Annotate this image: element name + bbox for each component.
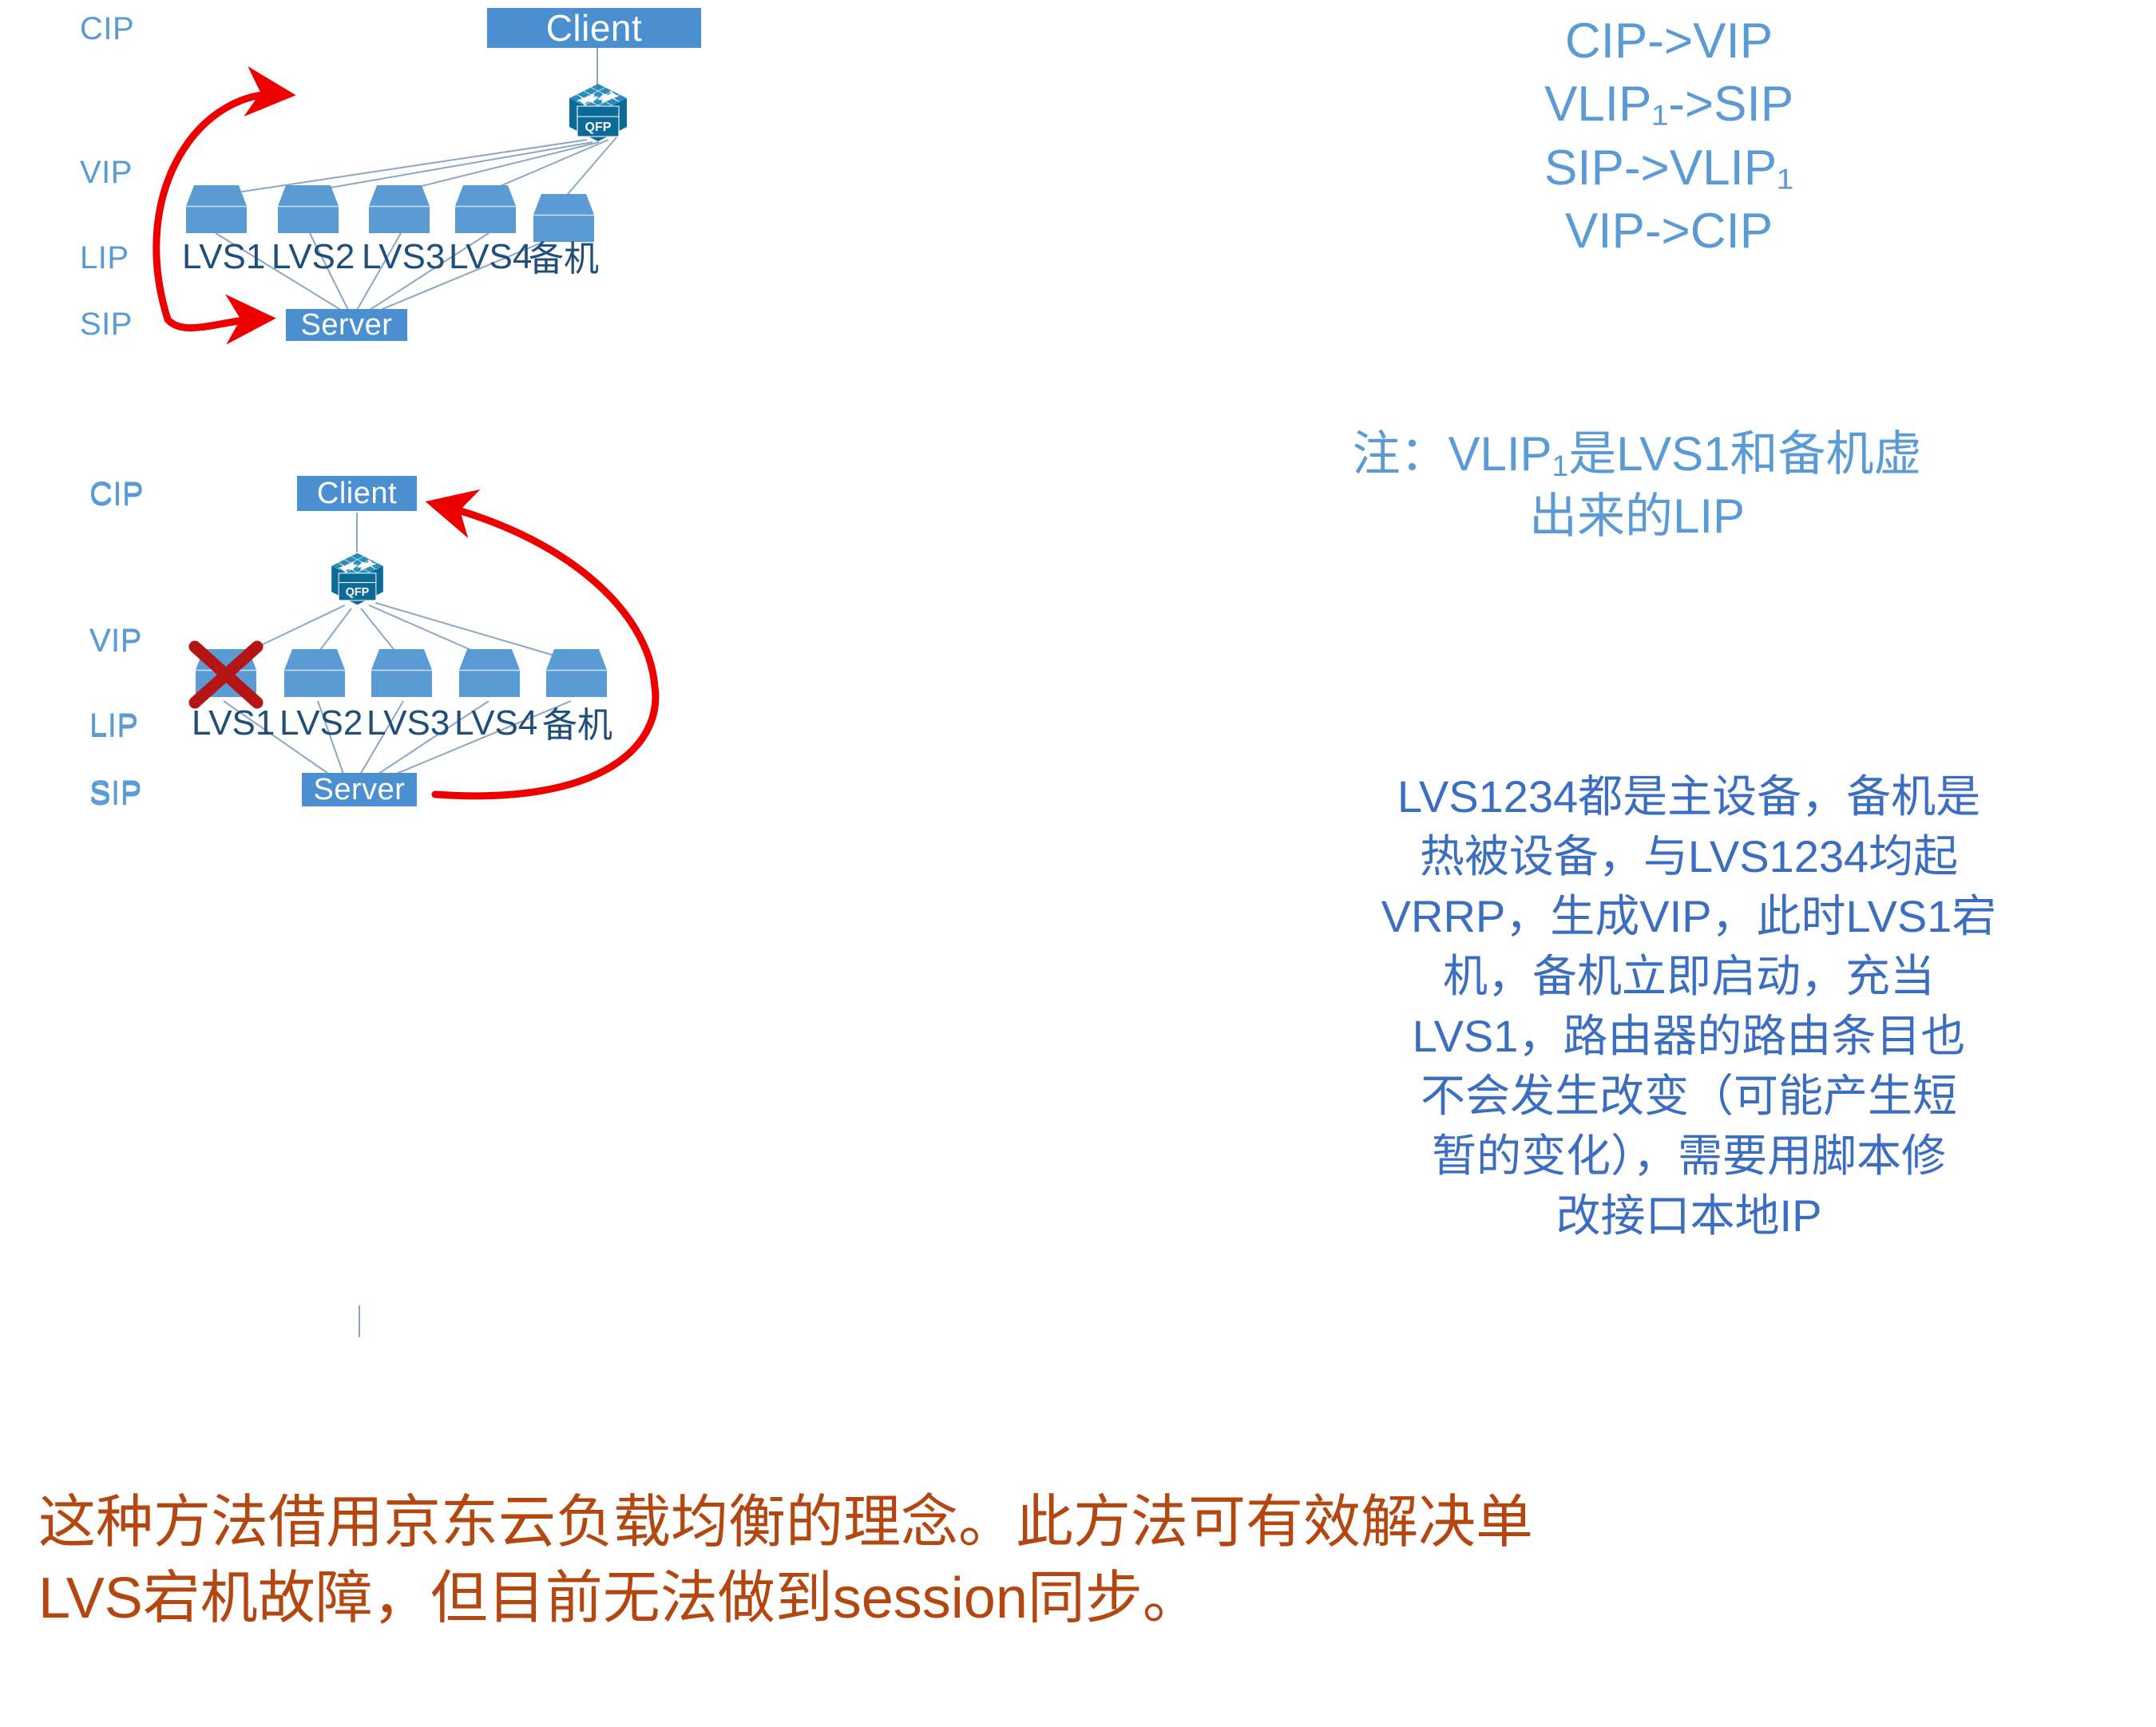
desc-line-7: 暂的变化），需要用脚本修 — [1432, 1131, 1946, 1182]
qfp-router-bottom[interactable]: QFP — [311, 551, 403, 608]
desc-line-2: 热被设备，与LVS1234均起 — [1419, 831, 1959, 882]
summary-line-1: 这种方法借用京东云负载均衡的理念。此方法可有效解决单 — [38, 1491, 1534, 1555]
slide-canvas: CIP VIP LIP SIP Client QFP LVS1 LVS2 LVS… — [0, 0, 2156, 1727]
summary-line-2: LVS宕机故障，但目前无法做到session同步。 — [38, 1567, 1200, 1631]
server-node-bottom[interactable]: Server — [302, 773, 417, 806]
client-node-bottom[interactable]: Client — [297, 476, 417, 511]
vlip-note-line-2: 出来的LIP — [1528, 489, 1746, 543]
axis-label-sip-2: SIP — [89, 774, 142, 810]
ip-flow-row-3: SIP->VLIP₁ — [1544, 140, 1794, 196]
ip-flow-row-4: VIP->CIP — [1564, 204, 1774, 259]
lvs-node-4-bottom[interactable] — [459, 649, 520, 699]
lvs-node-2-bottom[interactable] — [284, 649, 345, 699]
desc-line-8: 改接口本地IP — [1556, 1190, 1822, 1242]
summary-note: 这种方法借用京东云负载均衡的理念。此方法可有效解决单 LVS宕机故障，但目前无法… — [38, 1485, 2130, 1637]
lvs-caption-3-bottom: LVS3 — [367, 703, 450, 743]
ip-flow-row-1: CIP->VIP — [1564, 14, 1774, 69]
flow-arrows-bottom — [425, 489, 660, 800]
axis-label-vip-2: VIP — [89, 623, 142, 658]
lvs-caption-2-bottom: LVS2 — [279, 703, 363, 743]
desc-line-4: 机，备机立即启动，充当 — [1443, 951, 1935, 1002]
desc-line-6: 不会发生改变（可能产生短 — [1421, 1071, 1957, 1122]
standby-caption-bottom: 备机 — [542, 706, 612, 745]
desc-line-3: VRRP，生成VIP，此时LVS1宕 — [1381, 891, 1997, 942]
lvs-caption-1-bottom: LVS1 — [192, 703, 275, 743]
lvs-node-3-bottom[interactable] — [371, 649, 432, 699]
standby-node-bottom[interactable] — [546, 649, 607, 699]
desc-line-5: LVS1，路由器的路由条目也 — [1412, 1011, 1966, 1062]
topology-links-2 — [223, 513, 574, 779]
qfp-label-bottom: QFP — [346, 586, 370, 599]
failover-description: LVS1234都是主设备，备机是 热被设备，与LVS1234均起 VRRP，生成… — [1222, 766, 2156, 1246]
ip-flow-row-2: VLIP₁->SIP — [1544, 77, 1794, 133]
ip-flow-list: CIP->VIP VLIP₁->SIP SIP->VLIP₁ VIP->CIP — [1246, 10, 2092, 263]
desc-line-1: LVS1234都是主设备，备机是 — [1397, 771, 1981, 822]
diagram-bottom-content: CIP VIP LIP SIP Client QFP LVS1 LVS2 LVS… — [0, 0, 1246, 1727]
axis-label-cip-2: CIP — [89, 476, 145, 511]
vlip-note-line-1: 注：VLIP1是LVS1和备机虚 — [1352, 427, 1922, 482]
vlip-note: 注：VLIP1是LVS1和备机虚 出来的LIP — [1118, 423, 2156, 548]
axis-label-lip-2: LIP — [89, 707, 139, 743]
lvs-caption-4-bottom: LVS4 — [454, 703, 538, 743]
